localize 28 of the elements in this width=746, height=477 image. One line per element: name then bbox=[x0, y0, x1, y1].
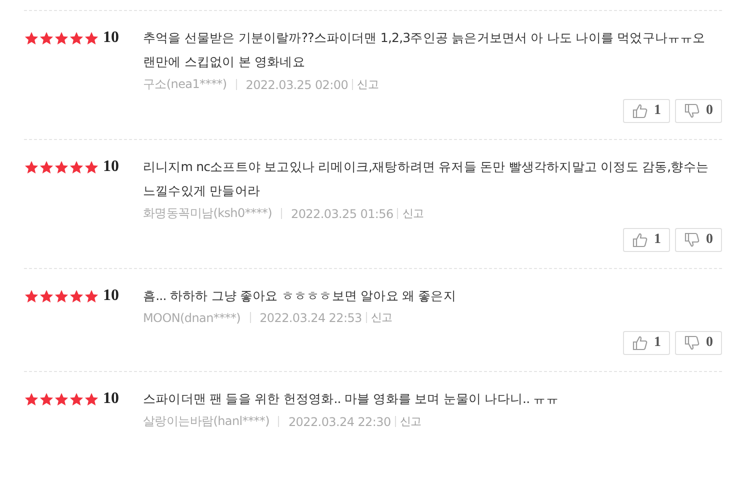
thumbs-down-icon bbox=[684, 103, 700, 119]
dislike-button[interactable]: 0 bbox=[675, 331, 722, 355]
like-button[interactable]: 1 bbox=[623, 99, 670, 123]
thumbs-up-icon bbox=[632, 103, 648, 119]
review-date: 2022.03.24 22:30 bbox=[288, 414, 391, 428]
rating-score: 10 bbox=[103, 390, 119, 408]
author-name: 살랑이는바람(hanl****) bbox=[143, 413, 270, 430]
dislike-button[interactable]: 0 bbox=[675, 99, 722, 123]
thumbs-down-icon bbox=[684, 232, 700, 248]
review-date: 2022.03.24 22:53 bbox=[260, 310, 362, 324]
author-name: 구소(nea1****) bbox=[143, 76, 227, 93]
review-date: 2022.03.25 01:56 bbox=[291, 206, 394, 220]
rating-score: 10 bbox=[103, 158, 119, 176]
rating-score: 10 bbox=[103, 29, 119, 47]
thumbs-up-icon bbox=[632, 335, 648, 351]
review-text: 스파이더맨 팬 들을 위한 헌정영화.. 마블 영화를 보며 눈물이 나다니.. ㅠㅠ bbox=[143, 390, 560, 408]
like-button[interactable]: 1 bbox=[623, 228, 670, 252]
like-button[interactable]: 1 bbox=[623, 331, 670, 355]
review-text: 리니지m nc소프트야 보고있나 리메이크,재탕하려면 유저들 돈만 빨생각하지말고 이정도 감동,향수는 느낄수있게 만들어라 bbox=[143, 158, 710, 200]
thumbs-up-icon bbox=[632, 232, 648, 248]
author-name: MOON(dnan****) bbox=[143, 310, 241, 324]
rating-score: 10 bbox=[103, 287, 119, 305]
review-text: 추억을 선물받은 기분이랄까??스파이더맨 1,2,3주인공 늙은거보면서 아 나도 나이를 먹었구나ㅠㅠ오랜만에 스킵없이 본 영화네요 bbox=[143, 29, 706, 71]
author-name: 화명동꼭미남(ksh0****) bbox=[143, 205, 272, 222]
thumbs-down-icon bbox=[684, 335, 700, 351]
dislike-button[interactable]: 0 bbox=[675, 228, 722, 252]
review-text: 흠... 하하하 그냥 좋아요 ㅎㅎㅎㅎ보면 알아요 왜 좋은지 bbox=[143, 287, 457, 305]
review-date: 2022.03.25 02:00 bbox=[246, 78, 348, 92]
